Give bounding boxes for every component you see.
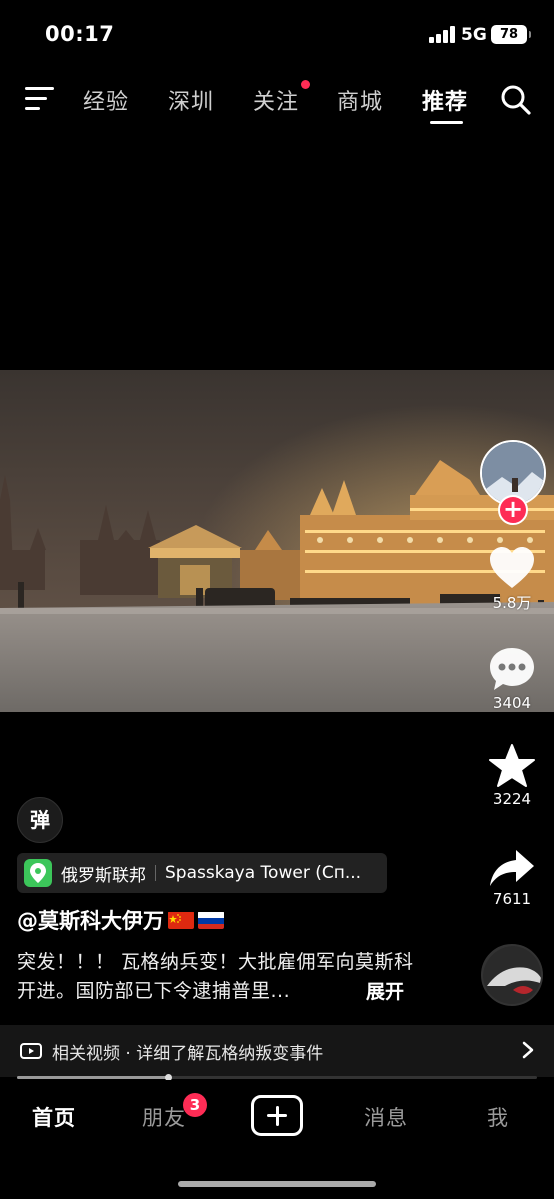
share-arrow-icon — [490, 850, 534, 886]
playback-progress-fill — [17, 1076, 168, 1079]
home-indicator[interactable] — [178, 1181, 376, 1187]
tab-home[interactable]: 首页 — [32, 1102, 76, 1132]
chevron-right-icon — [522, 1041, 534, 1059]
favorite-count: 3224 — [492, 790, 532, 808]
tab-experience[interactable]: 经验 — [83, 84, 129, 116]
danmu-toggle-button[interactable]: 弹 — [17, 797, 63, 843]
comment-count: 3404 — [492, 694, 532, 712]
location-place: Spasskaya Tower (Сп... — [165, 863, 362, 883]
follow-button[interactable]: + — [498, 495, 528, 525]
related-videos-label: 相关视频 · 详细了解瓦格纳叛变事件 — [52, 1043, 324, 1064]
china-flag-icon — [168, 911, 194, 929]
related-videos-bar[interactable]: 相关视频 · 详细了解瓦格纳叛变事件 — [0, 1025, 554, 1077]
status-bar: 00:17 5G 78 — [0, 0, 554, 70]
top-nav: 经验 深圳 关注 商城 推荐 — [0, 76, 554, 126]
menu-icon[interactable] — [25, 87, 54, 111]
network-type: 5G — [461, 25, 487, 45]
tab-me[interactable]: 我 — [487, 1102, 509, 1132]
location-divider — [155, 865, 156, 881]
tab-following[interactable]: 关注 — [253, 84, 299, 116]
friends-badge: 3 — [183, 1093, 207, 1117]
create-post-button[interactable] — [251, 1095, 303, 1136]
comment-button[interactable]: 3404 — [470, 646, 554, 712]
tab-messages[interactable]: 消息 — [364, 1102, 408, 1132]
video-play-icon — [20, 1043, 42, 1059]
status-time: 00:17 — [45, 22, 115, 46]
favorite-button[interactable]: 3224 — [470, 744, 554, 808]
share-button[interactable]: 7611 — [470, 848, 554, 908]
heart-icon — [490, 547, 534, 588]
tab-shenzhen[interactable]: 深圳 — [168, 84, 214, 116]
location-tag[interactable]: 俄罗斯联邦 Spasskaya Tower (Сп... — [17, 853, 387, 893]
share-count: 7611 — [492, 890, 532, 908]
like-button[interactable]: 5.8万 — [470, 546, 554, 613]
like-count: 5.8万 — [492, 594, 532, 612]
russia-flag-icon — [198, 911, 224, 929]
playback-progress-bar[interactable] — [17, 1074, 537, 1081]
author-handle[interactable]: @莫斯科大伊万 — [17, 905, 164, 935]
author-row[interactable]: @莫斯科大伊万 — [17, 905, 224, 935]
tab-mall[interactable]: 商城 — [337, 84, 383, 116]
active-tab-indicator — [430, 121, 463, 124]
tab-friends[interactable]: 朋友 — [142, 1102, 186, 1132]
music-disc-icon[interactable] — [481, 944, 543, 1006]
search-icon[interactable] — [500, 84, 532, 116]
battery-icon: 78 — [491, 25, 531, 44]
notification-dot — [301, 80, 310, 89]
location-pin-icon — [24, 859, 52, 887]
expand-caption-button[interactable]: 展开 — [366, 977, 404, 1004]
comment-icon — [490, 648, 534, 690]
video-caption: 突发！！！ 瓦格纳兵变！大批雇佣军向莫斯科开进。国防部已下令逮捕普里... — [17, 951, 414, 1002]
star-icon — [489, 744, 535, 787]
tab-recommend[interactable]: 推荐 — [422, 84, 468, 116]
location-country: 俄罗斯联邦 — [61, 865, 146, 886]
cellular-signal-icon — [429, 26, 456, 43]
